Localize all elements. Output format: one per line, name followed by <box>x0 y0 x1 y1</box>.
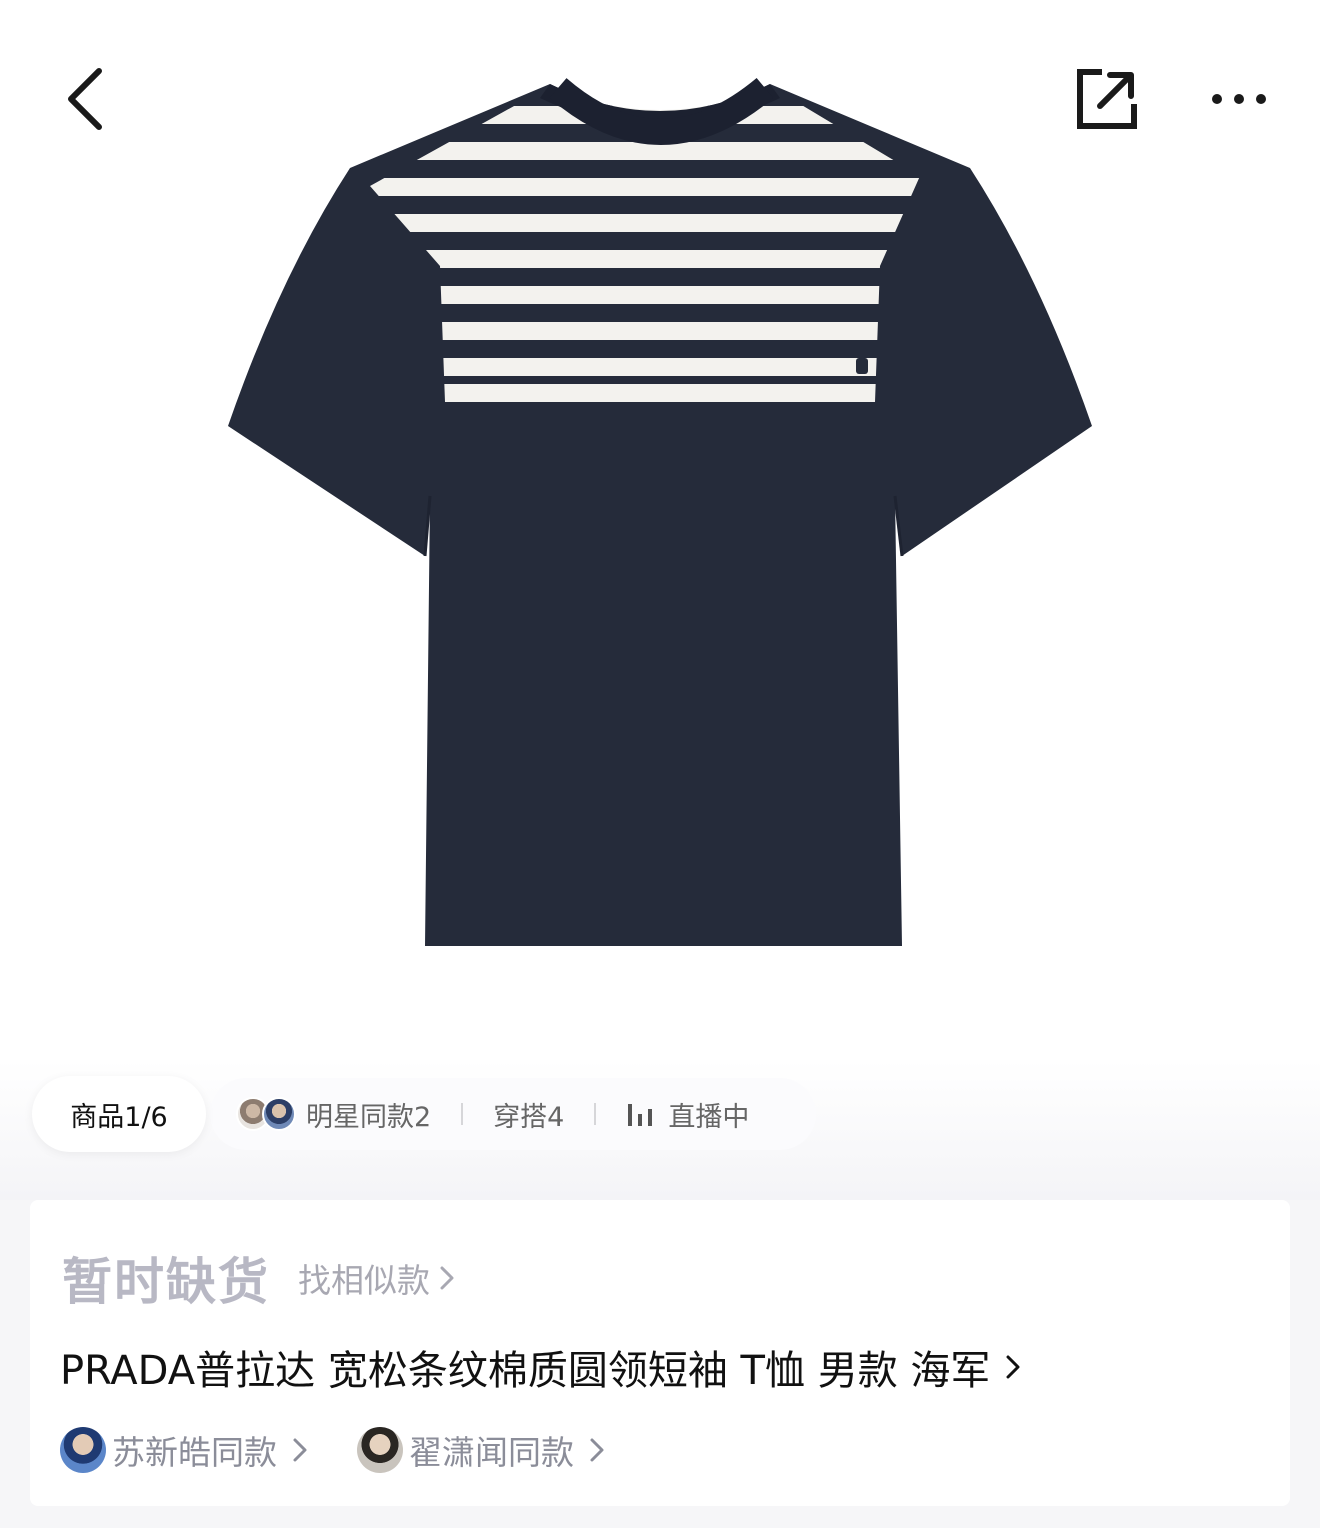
chevron-right-icon <box>440 1266 454 1290</box>
product-info-card: 暂时缺货 找相似款 PRADA普拉达 宽松条纹棉质圆领短袖 T恤 男款 海军 苏… <box>30 1200 1290 1506</box>
divider <box>594 1103 597 1125</box>
stock-status-row: 暂时缺货 找相似款 <box>62 1242 456 1314</box>
find-similar-link[interactable]: 找相似款 <box>298 1254 456 1302</box>
share-icon <box>1077 69 1137 129</box>
chevron-right-icon <box>590 1438 604 1462</box>
stock-status: 暂时缺货 <box>62 1253 270 1311</box>
chevron-left-icon <box>68 68 102 130</box>
share-button[interactable] <box>1062 54 1152 144</box>
tab-label: 穿搭4 <box>493 1101 565 1133</box>
chevron-right-icon <box>293 1438 307 1462</box>
celebrity-label: 苏新皓同款 <box>112 1433 277 1472</box>
celebrity-link[interactable]: 翟潇闻同款 <box>357 1426 606 1474</box>
find-similar-label: 找相似款 <box>298 1261 430 1300</box>
avatar <box>262 1097 296 1131</box>
product-detail-page: 明星同款2 穿搭4 直播中 商品1/6 暂时缺货 找相似款 PRADA普拉达 宽… <box>0 0 1320 1528</box>
celebrity-links: 苏新皓同款 翟潇闻同款 <box>60 1426 654 1474</box>
product-image-tshirt <box>228 77 1092 946</box>
more-options-button[interactable] <box>1194 54 1284 144</box>
product-title-text: PRADA普拉达 宽松条纹棉质圆领短袖 T恤 男款 海军 <box>60 1348 991 1394</box>
back-button[interactable] <box>40 54 130 144</box>
product-image-area[interactable] <box>0 0 1320 1080</box>
tab-outfits[interactable]: 穿搭4 <box>493 1095 564 1134</box>
celebrity-link[interactable]: 苏新皓同款 <box>60 1426 309 1474</box>
celebrity-label: 翟潇闻同款 <box>409 1433 574 1472</box>
product-title[interactable]: PRADA普拉达 宽松条纹棉质圆领短袖 T恤 男款 海军 <box>60 1338 1022 1396</box>
live-bars-icon <box>628 1104 653 1126</box>
tab-live[interactable]: 直播中 <box>626 1095 749 1134</box>
tab-celebrity-same[interactable]: 明星同款2 <box>236 1095 431 1134</box>
image-counter[interactable]: 商品1/6 <box>32 1076 206 1152</box>
tab-label: 明星同款2 <box>306 1101 432 1133</box>
divider <box>461 1103 464 1125</box>
chevron-right-icon <box>1006 1355 1020 1379</box>
avatar <box>60 1427 106 1473</box>
tab-label: 直播中 <box>668 1101 750 1133</box>
avatar <box>357 1427 403 1473</box>
gallery-tab-bar: 明星同款2 穿搭4 直播中 <box>210 1078 816 1150</box>
celebrity-avatars <box>236 1097 296 1131</box>
more-icon <box>1212 94 1266 104</box>
